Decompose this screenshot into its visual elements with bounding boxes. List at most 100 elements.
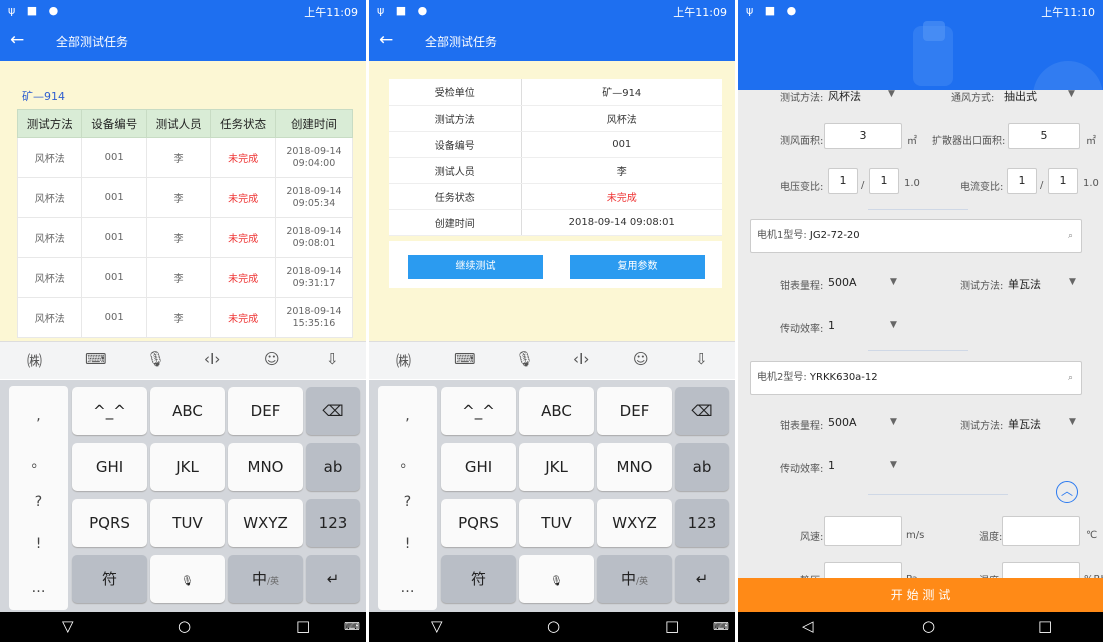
motor1-model-field[interactable]: 电机1型号: JG2-72-20 ⌕ bbox=[750, 219, 1082, 253]
dropdown-arrow-icon[interactable]: ▼ bbox=[890, 277, 897, 287]
emoji-icon[interactable]: ☺ bbox=[633, 350, 649, 368]
key-emoticon[interactable]: ^_^ bbox=[441, 387, 516, 435]
microphone-icon[interactable]: 🎙 bbox=[146, 350, 165, 368]
key-123[interactable]: 123 bbox=[675, 499, 729, 547]
nav-back-icon[interactable]: ◁ bbox=[802, 617, 814, 635]
key-ellipsis[interactable]: … bbox=[9, 580, 68, 596]
current-ratio-input-2[interactable]: 1 bbox=[1048, 168, 1078, 194]
continue-test-button[interactable]: 继续测试 bbox=[408, 255, 543, 279]
dropdown-arrow-icon[interactable]: ▼ bbox=[890, 320, 897, 330]
nav-keyboard-icon[interactable]: ⌨ bbox=[344, 620, 360, 633]
key-space[interactable]: 🎙 bbox=[150, 555, 225, 603]
key-mno[interactable]: MNO bbox=[228, 443, 303, 491]
current-ratio-input-1[interactable]: 1 bbox=[1007, 168, 1037, 194]
key-wxyz[interactable]: WXYZ bbox=[228, 499, 303, 547]
key-def[interactable]: DEF bbox=[597, 387, 672, 435]
table-row[interactable]: 风杯法 001 李未完成 2018-09-14 09:05:34 bbox=[16, 177, 354, 218]
test-method-value[interactable]: 风杯法 bbox=[828, 88, 861, 104]
key-jkl[interactable]: JKL bbox=[150, 443, 225, 491]
voltage-ratio-input-1[interactable]: 1 bbox=[828, 168, 858, 194]
key-abc[interactable]: ABC bbox=[150, 387, 225, 435]
key-def[interactable]: DEF bbox=[228, 387, 303, 435]
key-tuv[interactable]: TUV bbox=[150, 499, 225, 547]
key-ab[interactable]: ab bbox=[675, 443, 729, 491]
key-comma[interactable]: , bbox=[9, 408, 68, 424]
nav-back-icon[interactable]: ▽ bbox=[62, 617, 74, 635]
table-row[interactable]: 风杯法 001 李未完成 2018-09-14 09:31:17 bbox=[16, 257, 354, 298]
key-delete[interactable]: ⌫ bbox=[306, 387, 360, 435]
key-enter[interactable]: ↵ bbox=[675, 555, 729, 603]
key-mno[interactable]: MNO bbox=[597, 443, 672, 491]
motor2-model-field[interactable]: 电机2型号: YRKK630a-12 ⌕ bbox=[750, 361, 1082, 395]
dropdown-arrow-icon[interactable]: ▼ bbox=[1069, 417, 1076, 427]
search-icon[interactable]: ⌕ bbox=[1068, 362, 1073, 394]
hide-keyboard-icon[interactable]: ⇩ bbox=[695, 350, 708, 368]
nav-keyboard-icon[interactable]: ⌨ bbox=[713, 620, 729, 633]
start-test-button[interactable]: 开 始 测 试 bbox=[738, 578, 1103, 612]
key-exclaim[interactable]: ! bbox=[378, 536, 437, 552]
keyboard-icon[interactable]: ⌨ bbox=[454, 350, 476, 368]
nav-home-icon[interactable]: ○ bbox=[922, 617, 935, 635]
nav-home-icon[interactable]: ○ bbox=[547, 617, 560, 635]
cursor-icon[interactable]: ‹I› bbox=[573, 350, 589, 368]
key-delete[interactable]: ⌫ bbox=[675, 387, 729, 435]
hide-keyboard-icon[interactable]: ⇩ bbox=[326, 350, 339, 368]
key-period[interactable]: 。 bbox=[9, 452, 68, 472]
table-row[interactable]: 风杯法 001 李未完成 2018-09-14 15:35:16 bbox=[16, 297, 354, 338]
search-icon[interactable]: ⌕ bbox=[1068, 220, 1073, 252]
key-lang-switch[interactable]: 中/英 bbox=[228, 555, 303, 603]
handwriting-icon[interactable]: ㈱ bbox=[396, 350, 411, 371]
key-pqrs[interactable]: PQRS bbox=[72, 499, 147, 547]
key-symbols[interactable]: 符 bbox=[441, 555, 516, 603]
clamp-range-value[interactable]: 500A bbox=[828, 276, 857, 289]
method2-value[interactable]: 单瓦法 bbox=[1008, 276, 1041, 292]
key-wxyz[interactable]: WXYZ bbox=[597, 499, 672, 547]
key-jkl[interactable]: JKL bbox=[519, 443, 594, 491]
efficiency-value[interactable]: 1 bbox=[828, 459, 835, 472]
collapse-chevron-icon[interactable]: ︿ bbox=[1056, 481, 1078, 503]
microphone-icon[interactable]: 🎙 bbox=[515, 350, 534, 368]
efficiency-value[interactable]: 1 bbox=[828, 319, 835, 332]
handwriting-icon[interactable]: ㈱ bbox=[27, 350, 42, 371]
key-enter[interactable]: ↵ bbox=[306, 555, 360, 603]
key-pqrs[interactable]: PQRS bbox=[441, 499, 516, 547]
key-ghi[interactable]: GHI bbox=[441, 443, 516, 491]
key-ab[interactable]: ab bbox=[306, 443, 360, 491]
key-period[interactable]: 。 bbox=[378, 452, 437, 472]
nav-back-icon[interactable]: ▽ bbox=[431, 617, 443, 635]
wind-speed-input[interactable] bbox=[824, 516, 902, 546]
area-input[interactable]: 3 bbox=[824, 123, 902, 149]
dropdown-arrow-icon[interactable]: ▼ bbox=[1069, 277, 1076, 287]
diffuser-area-input[interactable]: 5 bbox=[1008, 123, 1080, 149]
clamp-range-value[interactable]: 500A bbox=[828, 416, 857, 429]
key-space[interactable]: 🎙 bbox=[519, 555, 594, 603]
back-arrow-icon[interactable]: ← bbox=[379, 30, 393, 50]
key-ghi[interactable]: GHI bbox=[72, 443, 147, 491]
nav-recent-icon[interactable]: □ bbox=[665, 617, 679, 635]
reuse-params-button[interactable]: 复用参数 bbox=[570, 255, 705, 279]
key-comma[interactable]: , bbox=[378, 408, 437, 424]
method2-value[interactable]: 单瓦法 bbox=[1008, 416, 1041, 432]
key-abc[interactable]: ABC bbox=[519, 387, 594, 435]
dropdown-arrow-icon[interactable]: ▼ bbox=[1068, 89, 1075, 99]
vent-value[interactable]: 抽出式 bbox=[1004, 88, 1037, 104]
cursor-icon[interactable]: ‹I› bbox=[204, 350, 220, 368]
key-symbols[interactable]: 符 bbox=[72, 555, 147, 603]
nav-recent-icon[interactable]: □ bbox=[1038, 617, 1052, 635]
dropdown-arrow-icon[interactable]: ▼ bbox=[888, 89, 895, 99]
key-lang-switch[interactable]: 中/英 bbox=[597, 555, 672, 603]
nav-recent-icon[interactable]: □ bbox=[296, 617, 310, 635]
keyboard-icon[interactable]: ⌨ bbox=[85, 350, 107, 368]
table-row[interactable]: 风杯法 001 李未完成 2018-09-14 09:08:01 bbox=[16, 217, 354, 258]
key-emoticon[interactable]: ^_^ bbox=[72, 387, 147, 435]
emoji-icon[interactable]: ☺ bbox=[264, 350, 280, 368]
dropdown-arrow-icon[interactable]: ▼ bbox=[890, 417, 897, 427]
key-tuv[interactable]: TUV bbox=[519, 499, 594, 547]
key-question[interactable]: ? bbox=[378, 494, 437, 510]
key-ellipsis[interactable]: … bbox=[378, 580, 437, 596]
key-exclaim[interactable]: ! bbox=[9, 536, 68, 552]
key-123[interactable]: 123 bbox=[306, 499, 360, 547]
table-row[interactable]: 风杯法 001 李未完成 2018-09-14 09:04:00 bbox=[16, 137, 354, 178]
key-question[interactable]: ? bbox=[9, 494, 68, 510]
nav-home-icon[interactable]: ○ bbox=[178, 617, 191, 635]
